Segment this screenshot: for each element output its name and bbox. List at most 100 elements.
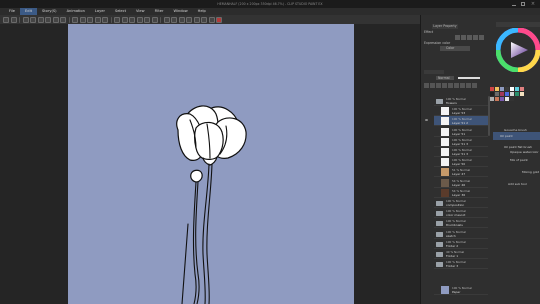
new-file-icon[interactable] [3, 16, 9, 23]
menu-story[interactable]: Story(S) [37, 8, 62, 15]
expand-selection-icon[interactable] [87, 16, 93, 23]
canvas-margin [354, 24, 420, 304]
flower-lineart [176, 105, 247, 304]
reset-icon[interactable] [208, 16, 215, 23]
toolbar-divider [68, 16, 70, 23]
menu-help[interactable]: Help [193, 8, 211, 15]
color-wheel[interactable] [495, 27, 540, 73]
layer-scrollbar[interactable] [488, 96, 490, 136]
layer-folder-flowers[interactable]: 100 % Normal flowers [434, 96, 488, 107]
layer-thumbnail [441, 148, 449, 156]
invert-selection-icon[interactable] [79, 16, 86, 23]
menu-animation[interactable]: Animation [62, 8, 90, 15]
effect-buttons[interactable] [455, 35, 491, 40]
menu-file[interactable]: File [4, 8, 20, 15]
menu-view[interactable]: View [131, 8, 150, 15]
visibility-eye-icon[interactable] [425, 119, 428, 121]
layer-row[interactable]: 54 % Normal Layer 36 [434, 188, 488, 199]
layer-thumbnail [441, 128, 449, 136]
layer-row[interactable]: 100 % Normal Layer 50 [434, 157, 488, 168]
menu-edit[interactable]: Edit [20, 8, 37, 15]
clear-icon[interactable] [45, 16, 51, 23]
color-wheel-tab[interactable] [496, 22, 540, 27]
drawing-canvas[interactable] [68, 24, 354, 304]
expression-color-select[interactable]: Color [440, 46, 470, 51]
layer-thumbnail [441, 189, 449, 197]
layer-icon[interactable] [201, 16, 207, 23]
menu-select[interactable]: Select [110, 8, 131, 15]
snap-ruler-icon[interactable] [114, 16, 120, 23]
layer-tools[interactable] [424, 83, 488, 88]
add-subtool-button[interactable]: Add sub tool [508, 182, 527, 186]
blend-mode-select[interactable]: Normal [436, 76, 454, 80]
effect-label: Effect [424, 30, 434, 34]
layer-folder[interactable]: 40 % Normal Folder 1 [434, 249, 488, 260]
opacity-slider[interactable] [458, 77, 480, 79]
panel-tab-layer-property[interactable]: Layer Property [432, 24, 458, 29]
ruler-icon[interactable] [193, 16, 200, 23]
subtool-oil-paint-flat[interactable]: Oil paint flat brush [504, 145, 532, 149]
tool-panel [0, 24, 68, 304]
snap-special-icon[interactable] [129, 16, 135, 23]
grid-icon[interactable] [186, 16, 192, 23]
menu-window[interactable]: Window [168, 8, 192, 15]
color-set-swatches[interactable] [490, 87, 540, 125]
pen-settings-icon[interactable] [136, 16, 143, 23]
menu-filter[interactable]: Filter [150, 8, 169, 15]
transform-icon[interactable] [60, 16, 66, 23]
undo-icon[interactable] [30, 16, 36, 23]
close-button[interactable]: × [530, 1, 536, 7]
layer-folder[interactable]: 100 % Normal composition [434, 198, 488, 209]
layer-folder[interactable]: 100 % Normal color mascot [434, 208, 488, 219]
folder-icon [436, 260, 444, 268]
folder-icon [436, 209, 444, 217]
layer-folder[interactable]: 100 % Normal Folder 2 [434, 239, 488, 250]
subtool-oil-paint[interactable]: Oil paint [493, 132, 540, 140]
layer-folder[interactable]: 100 % Normal sketch [434, 229, 488, 240]
crop-icon[interactable] [102, 16, 108, 23]
layer-folder[interactable]: 100 % Normal thumbnails [434, 218, 488, 229]
toolbar-divider [160, 16, 161, 23]
open-file-icon[interactable] [10, 16, 17, 23]
subtool-mixing-gold[interactable]: Mixing gold [522, 170, 539, 174]
save-icon[interactable] [22, 16, 29, 23]
flip-icon[interactable] [178, 16, 185, 23]
deselect-icon[interactable] [72, 16, 78, 23]
folder-icon [436, 250, 444, 258]
menu-layer[interactable]: Layer [90, 8, 110, 15]
layer-row[interactable]: 54 % Normal Layer 46 [434, 178, 488, 189]
fill-icon[interactable] [52, 16, 59, 23]
layer-thumbnail [441, 179, 449, 187]
layer-thumbnail [441, 117, 449, 125]
folder-icon [436, 240, 444, 248]
layer-panel-tab[interactable] [424, 70, 444, 74]
color-icon[interactable] [216, 16, 222, 23]
snap-grid-icon[interactable] [121, 16, 128, 23]
layer-row-selected[interactable]: 100 % Normal Layer 51 2 [425, 116, 488, 127]
subtool-opaque-watercolor[interactable]: Opaque watercolor [510, 150, 539, 154]
eyedropper-icon[interactable] [144, 16, 150, 23]
zoom-icon[interactable] [163, 16, 170, 23]
subtool-mix-paint[interactable]: Mix of paint [510, 158, 528, 162]
layer-row[interactable]: 100 % Normal Layer 51 3 [434, 137, 488, 148]
layer-row[interactable]: 100 % Normal Layer 51 [434, 127, 488, 138]
layer-row[interactable]: 51 % Normal Layer 47 [434, 167, 488, 178]
layer-thumbnail [441, 158, 449, 166]
folder-icon [436, 230, 444, 238]
brush-icon[interactable] [151, 16, 158, 23]
redo-icon[interactable] [37, 16, 44, 23]
layer-row[interactable]: 100 % Normal Layer 51 3 [434, 147, 488, 158]
folder-icon [436, 97, 444, 105]
subtool-label: Oil paint [500, 134, 513, 138]
menu-bar: File Edit Story(S) Animation Layer Selec… [0, 8, 540, 15]
shrink-selection-icon[interactable] [94, 16, 101, 23]
layer-row[interactable]: 100 % Normal Layer 53 [434, 106, 488, 117]
layer-row-paper[interactable]: 100 % Normal Paper [434, 285, 488, 296]
layer-thumbnail [441, 286, 449, 294]
layer-folder[interactable]: 100 % Normal Folder 3 [434, 259, 488, 270]
rotate-icon[interactable] [171, 16, 177, 23]
layer-thumbnail [441, 138, 449, 146]
minimize-button[interactable] [512, 2, 516, 6]
layer-thumbnail [441, 168, 449, 176]
maximize-button[interactable] [521, 2, 525, 6]
